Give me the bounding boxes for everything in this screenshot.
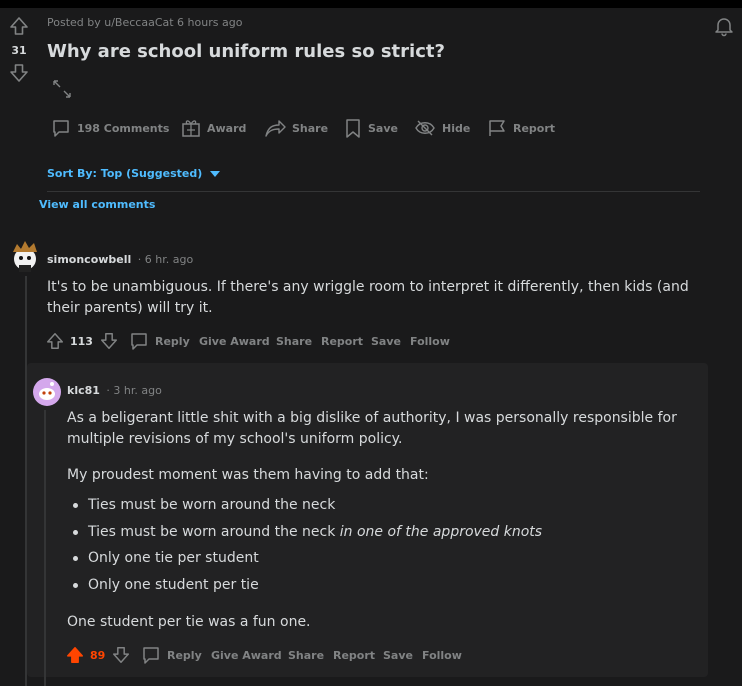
comment-author[interactable]: simoncowbell (47, 253, 131, 266)
downvote-button[interactable] (8, 62, 30, 88)
comment-downvote-button[interactable] (111, 645, 131, 669)
comment-downvote-button[interactable] (99, 331, 119, 355)
award-button[interactable]: Award (181, 116, 246, 140)
notify-bell-button[interactable] (713, 15, 735, 41)
list-item-text: Ties must be worn around the neck (88, 523, 340, 540)
comment-paragraph: As a beligerant little shit with a big d… (67, 410, 677, 447)
bell-icon (715, 18, 733, 37)
upvote-icon (47, 333, 63, 349)
post-title: Why are school uniform rules so strict? (47, 41, 445, 62)
comment-paragraph: One student per tie was a fun one. (67, 614, 311, 630)
upvote-icon (67, 647, 84, 663)
save-button[interactable]: Save (344, 116, 398, 140)
comment-body: It's to be unambiguous. If there's any w… (47, 279, 689, 316)
caret-down-icon (210, 170, 221, 177)
comment-paragraph: My proudest moment was them having to ad… (67, 467, 429, 483)
comment-upvote-button[interactable] (65, 645, 85, 669)
post-meta: Posted by u/BeccaaCat 6 hours ago (47, 16, 243, 29)
reply-button[interactable]: Reply (129, 331, 190, 351)
reply-label: Reply (167, 648, 202, 662)
bookmark-icon (346, 119, 360, 138)
comment-icon (131, 333, 147, 350)
list-item-text: Only one tie per student (88, 550, 259, 566)
list-item-text: Ties must be worn around the neck (88, 497, 336, 513)
list-item: Only one student per tie (67, 572, 687, 599)
follow-button[interactable]: Follow (422, 649, 462, 662)
upvote-button[interactable] (8, 15, 30, 41)
list-item: Only one tie per student (67, 545, 687, 572)
list-item-italic: in one of the approved knots (339, 523, 543, 540)
report-label: Report (513, 121, 556, 135)
expand-button[interactable] (51, 78, 73, 104)
post-score: 31 (11, 44, 27, 57)
reply-button[interactable]: Reply (141, 645, 202, 665)
share-icon (265, 120, 286, 137)
hide-button[interactable]: Hide (414, 116, 470, 140)
save-button[interactable]: Save (383, 649, 413, 662)
flag-icon (489, 120, 505, 136)
avatar-simoncowbell[interactable] (10, 239, 40, 273)
upvote-icon (10, 17, 28, 35)
reply-label: Reply (155, 334, 190, 348)
comment-upvote-button[interactable] (45, 331, 65, 355)
comment-time: · 6 hr. ago (137, 253, 194, 266)
downvote-icon (101, 333, 118, 349)
comment-icon (143, 647, 159, 664)
eye-slash-icon (415, 120, 435, 136)
comment-header: klc81 · 3 hr. ago (67, 384, 162, 397)
award-label: Award (207, 121, 247, 135)
hide-label: Hide (442, 121, 471, 135)
comments-label: 198 Comments (77, 121, 170, 135)
report-button[interactable]: Report (333, 649, 375, 662)
share-button[interactable]: Share (264, 116, 328, 140)
follow-button[interactable]: Follow (410, 335, 450, 348)
share-label: Share (292, 121, 329, 135)
downvote-icon (10, 64, 28, 82)
save-label: Save (368, 121, 398, 135)
snoo-avatar-icon (13, 241, 37, 272)
avatar-klc81[interactable] (33, 378, 61, 406)
give-award-button[interactable]: Give Award (211, 649, 282, 662)
list-item: Ties must be worn around the neck in one… (67, 519, 687, 546)
list-item: Ties must be worn around the neck (67, 492, 687, 519)
sort-dropdown[interactable]: Sort By: Top (Suggested) (47, 167, 221, 180)
share-button[interactable]: Share (276, 335, 312, 348)
save-button[interactable]: Save (371, 335, 401, 348)
comments-button[interactable]: 198 Comments (51, 116, 169, 140)
comment-time: · 3 hr. ago (106, 384, 162, 397)
downvote-icon (113, 647, 129, 663)
comment-score: 89 (90, 649, 106, 662)
snoo-avatar-icon (33, 378, 61, 406)
report-button[interactable]: Report (321, 335, 363, 348)
sort-label: Sort By: Top (Suggested) (47, 167, 203, 180)
divider (47, 191, 700, 192)
comment-author[interactable]: klc81 (67, 384, 100, 397)
share-button[interactable]: Share (288, 649, 324, 662)
view-all-comments-link[interactable]: View all comments (39, 198, 155, 211)
comment-header: simoncowbell · 6 hr. ago (47, 253, 193, 266)
comment-score: 113 (70, 335, 93, 348)
comment-list: Ties must be worn around the neck Ties m… (67, 492, 687, 598)
gift-icon (182, 120, 200, 137)
thread-line[interactable] (44, 410, 46, 686)
report-button[interactable]: Report (487, 116, 555, 140)
comment-icon (53, 120, 69, 137)
list-item-text: Only one student per tie (88, 576, 259, 593)
expand-icon (53, 80, 71, 98)
give-award-button[interactable]: Give Award (199, 335, 270, 348)
